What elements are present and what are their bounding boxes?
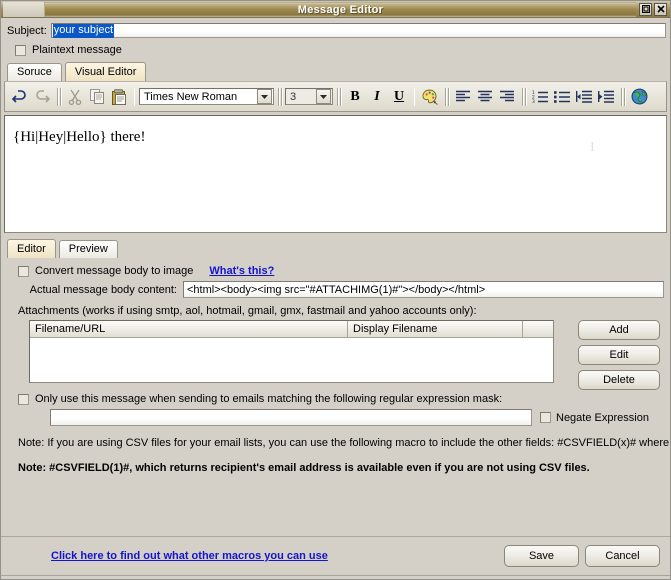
maximize-button[interactable]: [639, 2, 652, 16]
title-bar-left-edge: [3, 1, 45, 17]
delete-attachment-button[interactable]: Delete: [578, 370, 660, 390]
edit-attachment-button[interactable]: Edit: [578, 345, 660, 365]
redo-icon[interactable]: [31, 86, 53, 108]
text-cursor-icon: I: [590, 140, 595, 155]
add-attachment-button[interactable]: Add: [578, 320, 660, 340]
attachments-label: Attachments (works if using smtp, aol, h…: [18, 305, 477, 317]
subject-label: Subject:: [7, 24, 47, 37]
cut-icon[interactable]: [64, 86, 86, 108]
regex-input-row: Negate Expression: [4, 405, 667, 426]
toolbar-separator-1: [57, 87, 62, 106]
toolbar-separator-4: [337, 87, 342, 106]
regex-mask-checkbox[interactable]: [18, 393, 29, 405]
underline-label: U: [393, 88, 405, 104]
view-mode-tabs: Editor Preview: [1, 239, 670, 258]
negate-expression-row: Negate Expression: [540, 412, 649, 424]
editor-mode-tabs: Soruce Visual Editor: [1, 62, 670, 81]
negate-expression-label: Negate Expression: [556, 411, 649, 424]
actual-body-content-label: Actual message body content:: [29, 283, 177, 296]
font-size-select[interactable]: 3: [285, 88, 333, 105]
tab-visual-editor[interactable]: Visual Editor: [64, 62, 147, 81]
attachments-table-body[interactable]: [30, 338, 553, 382]
footer-bar: Click here to find out what other macros…: [1, 536, 670, 575]
whats-this-link[interactable]: What's this?: [209, 265, 274, 277]
toolbar-separator-6: [445, 87, 450, 106]
actual-body-content-input[interactable]: <html><body><img src="#ATTACHIMG(1)#"></…: [183, 281, 664, 298]
actual-body-content-row: Actual message body content: <html><body…: [4, 277, 667, 298]
macros-help-link[interactable]: Click here to find out what other macros…: [51, 550, 328, 562]
window-title: Message Editor: [44, 1, 636, 17]
bullet-list-icon[interactable]: [551, 86, 573, 108]
italic-label: I: [374, 88, 380, 104]
color-palette-icon[interactable]: [419, 86, 441, 108]
underline-button[interactable]: U: [388, 86, 410, 108]
bold-label: B: [350, 88, 360, 104]
chevron-down-icon[interactable]: [316, 89, 331, 104]
convert-to-image-row: Convert message body to image What's thi…: [4, 258, 667, 277]
toolbar-separator-3: [278, 87, 283, 106]
font-size-value: 3: [290, 90, 297, 103]
negate-expression-checkbox[interactable]: [540, 412, 551, 423]
undo-icon[interactable]: [9, 86, 31, 108]
toolbar-separator-8: [621, 87, 626, 106]
copy-icon[interactable]: [86, 86, 108, 108]
align-right-icon[interactable]: [496, 86, 518, 108]
message-body-text: {Hi|Hey|Hello} there!: [13, 129, 146, 145]
formatting-toolbar: Times New Roman 3 B I U 1 2 3: [4, 81, 667, 112]
attachment-action-buttons: Add Edit Delete: [578, 320, 660, 390]
plaintext-message-row: Plaintext message: [1, 38, 670, 56]
chevron-down-icon[interactable]: [257, 89, 272, 104]
convert-to-image-checkbox[interactable]: [18, 265, 29, 277]
tab-preview[interactable]: Preview: [58, 240, 118, 258]
bold-button[interactable]: B: [344, 86, 366, 108]
subject-input[interactable]: your subject: [50, 23, 666, 38]
italic-button[interactable]: I: [366, 86, 388, 108]
status-line: [1, 575, 670, 579]
tab-source[interactable]: Soruce: [7, 63, 62, 81]
cancel-button[interactable]: Cancel: [585, 545, 660, 567]
attachments-table-header: Filename/URL Display Filename: [30, 321, 553, 338]
lower-panel: Convert message body to image What's thi…: [1, 258, 671, 475]
toolbar-separator-2: [134, 87, 135, 106]
regex-mask-input[interactable]: [50, 409, 532, 426]
svg-text:3: 3: [532, 99, 535, 103]
plaintext-message-label: Plaintext message: [32, 44, 122, 56]
font-family-value: Times New Roman: [144, 90, 238, 103]
font-family-select[interactable]: Times New Roman: [139, 88, 274, 105]
outdent-icon[interactable]: [573, 86, 595, 108]
csv-note-secondary: Note: #CSVFIELD(1)#, which returns recip…: [18, 462, 590, 474]
save-button[interactable]: Save: [504, 545, 579, 567]
paste-icon[interactable]: [108, 86, 130, 108]
actual-body-content-value: <html><body><img src="#ATTACHIMG(1)#"></…: [187, 283, 486, 296]
message-editor-window: Message Editor Subject: your subject Pla…: [0, 0, 671, 580]
toolbar-separator-7: [522, 87, 527, 106]
message-body-editor[interactable]: {Hi|Hey|Hello} there! I: [4, 115, 667, 233]
attachments-table[interactable]: Filename/URL Display Filename: [29, 320, 554, 383]
toolbar-separator-5: [414, 87, 415, 106]
globe-link-icon[interactable]: [628, 86, 650, 108]
numbered-list-icon[interactable]: 123: [529, 86, 551, 108]
regex-mask-row: Only use this message when sending to em…: [4, 383, 667, 405]
subject-input-value: your subject: [52, 23, 115, 38]
footer-buttons: Save Cancel: [504, 545, 660, 567]
plaintext-message-checkbox[interactable]: [15, 44, 26, 56]
title-bar: Message Editor: [1, 1, 670, 18]
tab-editor[interactable]: Editor: [7, 239, 56, 258]
csv-note-primary: Note: If you are using CSV files for you…: [18, 437, 671, 449]
convert-to-image-label: Convert message body to image: [35, 265, 194, 277]
indent-icon[interactable]: [595, 86, 617, 108]
window-controls: [636, 2, 668, 16]
subject-row: Subject: your subject: [1, 18, 670, 38]
column-header-filename-url[interactable]: Filename/URL: [30, 321, 348, 338]
regex-mask-label: Only use this message when sending to em…: [35, 393, 503, 405]
attachments-section: Filename/URL Display Filename Add Edit D…: [4, 320, 667, 390]
column-header-display-filename[interactable]: Display Filename: [348, 321, 523, 338]
close-button[interactable]: [654, 2, 667, 16]
column-header-extra[interactable]: [523, 321, 553, 338]
align-center-icon[interactable]: [474, 86, 496, 108]
align-left-icon[interactable]: [452, 86, 474, 108]
